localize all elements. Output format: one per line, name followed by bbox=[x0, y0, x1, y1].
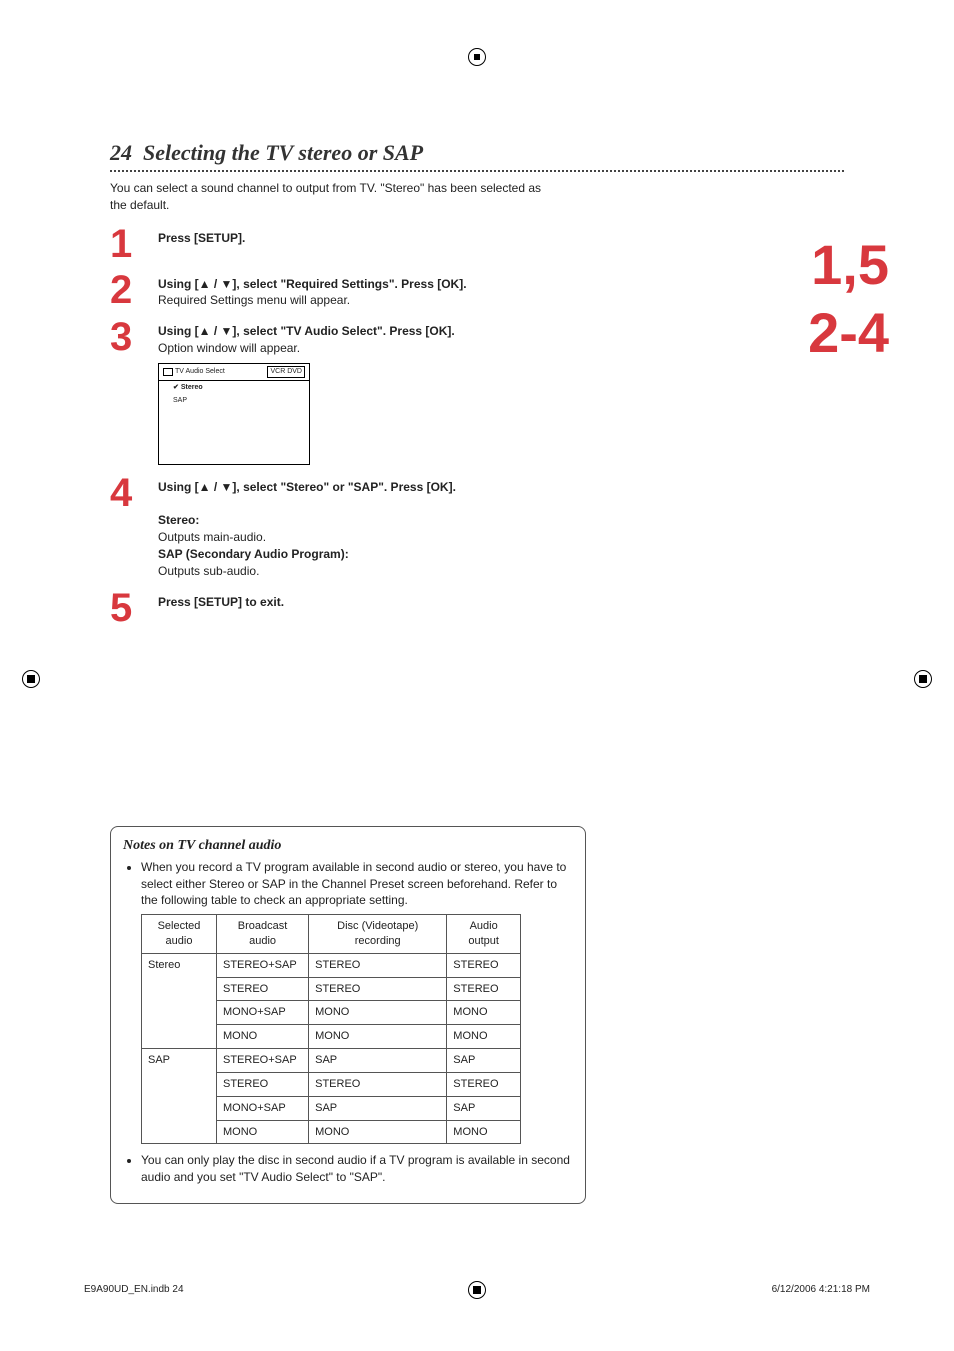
th-broadcast-audio: Broadcast audio bbox=[217, 915, 309, 954]
td: STEREO bbox=[309, 977, 447, 1001]
stereo-text: Outputs main-audio. bbox=[158, 530, 266, 544]
footer-left: E9A90UD_EN.indb 24 bbox=[84, 1284, 184, 1295]
td: SAP bbox=[309, 1049, 447, 1073]
notes-bullet-2: You can only play the disc in second aud… bbox=[141, 1152, 573, 1184]
steps-list: TV/VIDEO VCR DVD OPEN/CLOSE SEARCH AUDIO… bbox=[110, 226, 844, 626]
td: Stereo bbox=[142, 953, 217, 1048]
notes-box: Notes on TV channel audio When you recor… bbox=[110, 826, 586, 1204]
th-selected-audio: Selected audio bbox=[142, 915, 217, 954]
step-5: 5 Press [SETUP] to exit. bbox=[110, 590, 550, 626]
td: STEREO bbox=[447, 953, 521, 977]
td: STEREO+SAP bbox=[217, 953, 309, 977]
step-number: 3 bbox=[110, 319, 158, 355]
td: STEREO bbox=[217, 1072, 309, 1096]
step-detail: Option window will appear. bbox=[158, 341, 300, 355]
footer-right: 6/12/2006 4:21:18 PM bbox=[772, 1284, 870, 1295]
td: STEREO bbox=[217, 977, 309, 1001]
td: SAP bbox=[142, 1049, 217, 1144]
td: MONO bbox=[309, 1001, 447, 1025]
table-row: Stereo STEREO+SAP STEREO STEREO bbox=[142, 953, 521, 977]
chapter-number: 24 bbox=[110, 140, 132, 165]
chapter-header: 24 Selecting the TV stereo or SAP bbox=[110, 140, 844, 172]
th-audio-output: Audio output bbox=[447, 915, 521, 954]
td: STEREO bbox=[447, 1072, 521, 1096]
step-instruction: Using [▲ / ▼], select "TV Audio Select".… bbox=[158, 324, 455, 338]
step-instruction: Press [SETUP]. bbox=[158, 231, 245, 245]
menu-item-stereo: ✔Stereo bbox=[159, 381, 309, 395]
td: STEREO bbox=[309, 1072, 447, 1096]
step-instruction: Using [▲ / ▼], select "Required Settings… bbox=[158, 277, 467, 291]
print-registration-mark-top bbox=[468, 48, 486, 66]
sap-label: SAP (Secondary Audio Program): bbox=[158, 547, 349, 561]
intro-text: You can select a sound channel to output… bbox=[110, 180, 550, 214]
table-header-row: Selected audio Broadcast audio Disc (Vid… bbox=[142, 915, 521, 954]
notes-title: Notes on TV channel audio bbox=[123, 837, 573, 856]
print-registration-mark-left bbox=[22, 670, 40, 688]
td: STEREO bbox=[447, 977, 521, 1001]
callout-setup: 1,5 bbox=[808, 240, 889, 290]
print-registration-mark-bottom bbox=[468, 1281, 486, 1299]
chapter-title: Selecting the TV stereo or SAP bbox=[143, 140, 423, 165]
table-row: SAP STEREO+SAP SAP SAP bbox=[142, 1049, 521, 1073]
step-number: 4 bbox=[110, 475, 158, 511]
step-1: 1 Press [SETUP]. bbox=[110, 226, 550, 262]
menu-title-text: TV Audio Select bbox=[175, 367, 225, 377]
print-registration-mark-right bbox=[914, 670, 932, 688]
step-detail: Required Settings menu will appear. bbox=[158, 293, 350, 307]
menu-screenshot: TV Audio Select VCR DVD ✔Stereo SAP bbox=[158, 363, 310, 465]
td: MONO+SAP bbox=[217, 1096, 309, 1120]
td: MONO bbox=[447, 1120, 521, 1144]
sap-text: Outputs sub-audio. bbox=[158, 564, 259, 578]
check-icon: ✔ bbox=[173, 384, 179, 391]
td: STEREO+SAP bbox=[217, 1049, 309, 1073]
remote-callouts: 1,5 2-4 bbox=[808, 240, 889, 377]
stereo-label: Stereo: bbox=[158, 513, 199, 527]
step-number: 1 bbox=[110, 226, 158, 262]
td: MONO bbox=[309, 1120, 447, 1144]
td: MONO+SAP bbox=[217, 1001, 309, 1025]
step-instruction: Press [SETUP] to exit. bbox=[158, 595, 284, 609]
td: SAP bbox=[309, 1096, 447, 1120]
menu-icon bbox=[163, 368, 173, 376]
step-2: 2 Using [▲ / ▼], select "Required Settin… bbox=[110, 272, 550, 310]
td: MONO bbox=[217, 1120, 309, 1144]
step-number: 5 bbox=[110, 590, 158, 626]
step-3: 3 Using [▲ / ▼], select "TV Audio Select… bbox=[110, 319, 550, 465]
td: MONO bbox=[447, 1001, 521, 1025]
audio-table: Selected audio Broadcast audio Disc (Vid… bbox=[141, 914, 521, 1144]
notes-bullet-1: When you record a TV program available i… bbox=[141, 859, 573, 908]
td: SAP bbox=[447, 1049, 521, 1073]
menu-mode-tag: VCR DVD bbox=[267, 366, 305, 378]
td: MONO bbox=[217, 1025, 309, 1049]
menu-item-sap: SAP bbox=[159, 394, 309, 408]
td: STEREO bbox=[309, 953, 447, 977]
th-disc-recording: Disc (Videotape) recording bbox=[309, 915, 447, 954]
step-4: 4 Using [▲ / ▼], select "Stereo" or "SAP… bbox=[110, 475, 550, 580]
step-number: 2 bbox=[110, 272, 158, 308]
step-instruction: Using [▲ / ▼], select "Stereo" or "SAP".… bbox=[158, 480, 456, 494]
td: MONO bbox=[309, 1025, 447, 1049]
td: MONO bbox=[447, 1025, 521, 1049]
td: SAP bbox=[447, 1096, 521, 1120]
callout-dpad: 2-4 bbox=[808, 308, 889, 358]
